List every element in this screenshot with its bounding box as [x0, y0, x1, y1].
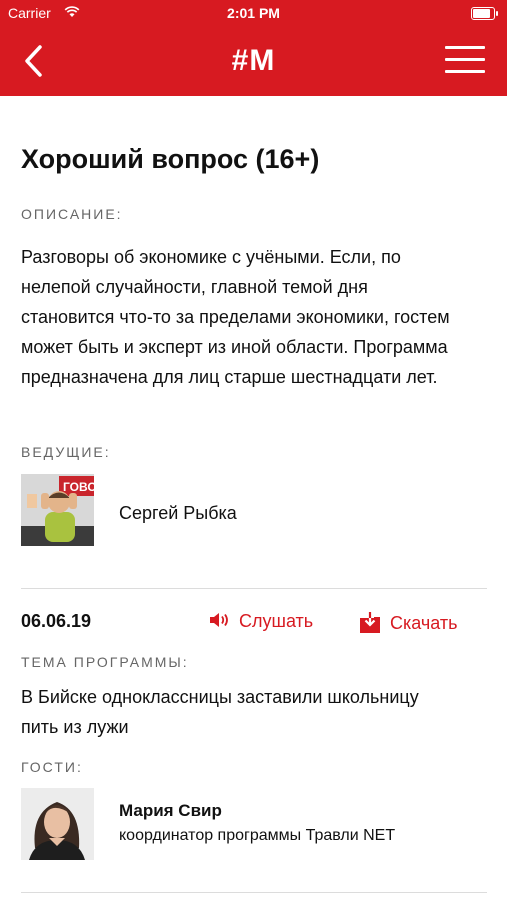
battery-icon	[471, 7, 498, 20]
speaker-icon	[210, 613, 228, 627]
status-bar: Carrier 2:01 PM	[0, 0, 507, 28]
guest-role: координатор программы Травли NET	[119, 827, 396, 844]
hosts-label: ВЕДУЩИЕ:	[21, 444, 111, 460]
episode-date: 06.06.19	[21, 611, 92, 631]
episode-topic: В Бийске одноклассницы заставили школьни…	[21, 687, 419, 737]
listen-button[interactable]: Слушать	[209, 611, 313, 632]
topic-label: ТЕМА ПРОГРАММЫ:	[21, 654, 189, 670]
guest-photo	[21, 788, 94, 860]
hamburger-line	[445, 70, 485, 73]
program-description: Разговоры об экономике с учёными. Если, …	[21, 247, 450, 387]
hamburger-line	[445, 46, 485, 49]
app-logo[interactable]: #M	[0, 44, 507, 78]
navigation-bar: Carrier 2:01 PM #M	[0, 0, 507, 96]
listen-label: Слушать	[239, 611, 314, 631]
guest-name: Мария Свир	[119, 801, 222, 820]
download-icon	[360, 612, 380, 633]
hamburger-line	[445, 58, 485, 61]
divider	[21, 588, 487, 589]
guests-label: ГОСТИ:	[21, 759, 83, 775]
menu-button[interactable]	[445, 46, 485, 76]
program-title: Хороший вопрос (16+)	[21, 144, 320, 174]
download-button[interactable]: Скачать	[360, 611, 458, 634]
status-time: 2:01 PM	[227, 5, 280, 21]
download-label: Скачать	[390, 613, 458, 633]
host-photo: ГОВО	[21, 474, 94, 546]
divider	[21, 892, 487, 893]
description-label: ОПИСАНИЕ:	[21, 206, 123, 222]
host-name: Сергей Рыбка	[119, 503, 237, 523]
svg-text:ГОВО: ГОВО	[63, 480, 94, 494]
